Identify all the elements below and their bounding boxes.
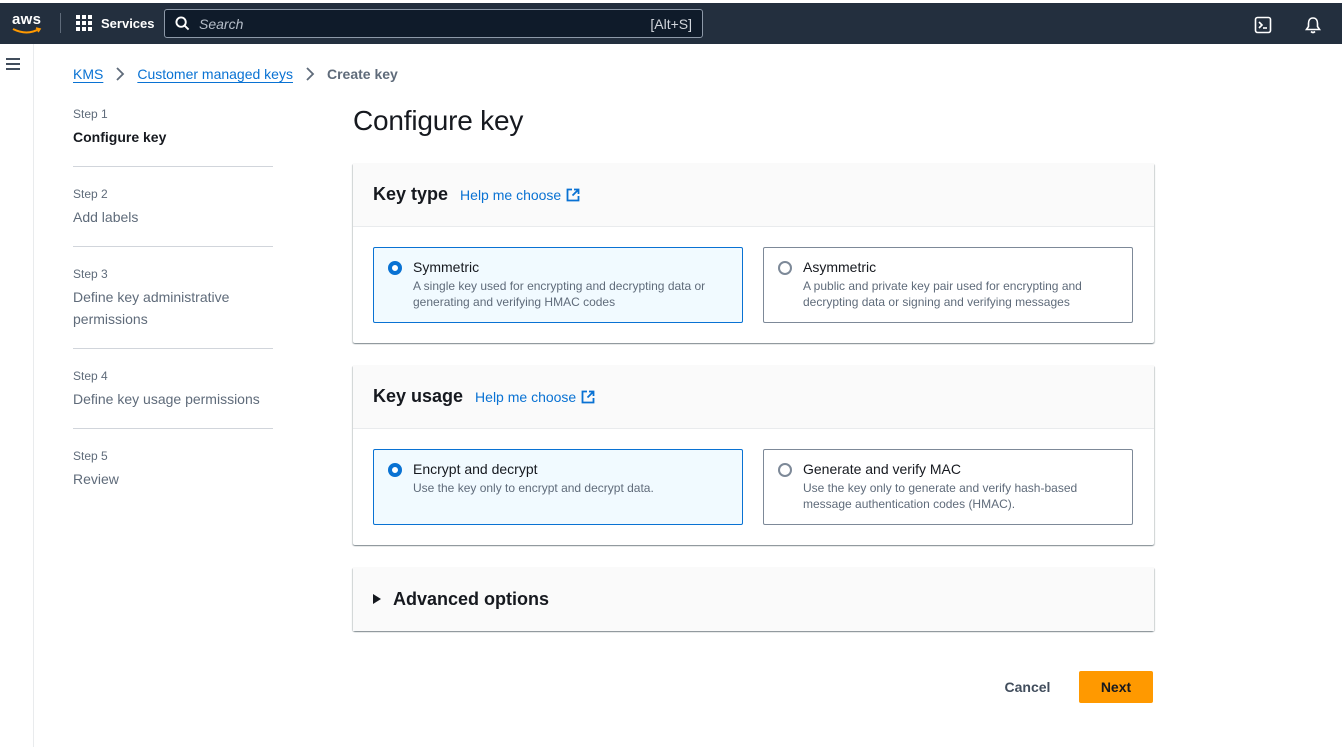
tile-description: A public and private key pair used for e…	[803, 279, 1082, 309]
tile-description: Use the key only to encrypt and decrypt …	[413, 481, 654, 495]
key-type-asymmetric-tile[interactable]: Asymmetric A public and private key pair…	[763, 247, 1133, 323]
wizard-step-2: Step 2 Add labels	[73, 186, 273, 247]
key-type-header: Key type Help me choose	[353, 163, 1154, 227]
step-number: Step 1	[73, 107, 108, 121]
advanced-options-container: Advanced options	[353, 567, 1154, 631]
logo-text: aws	[12, 11, 42, 28]
chevron-right-icon	[115, 67, 125, 81]
search-bar[interactable]: [Alt+S]	[164, 9, 703, 38]
radio-selected-icon[interactable]	[388, 261, 402, 275]
key-type-symmetric-tile[interactable]: Symmetric A single key used for encrypti…	[373, 247, 743, 323]
tile-label: Generate and verify MAC	[803, 461, 961, 477]
wizard-actions: Cancel Next	[990, 671, 1153, 703]
radio-unselected-icon[interactable]	[778, 463, 792, 477]
key-type-container: Key type Help me choose Symmetric A sing…	[353, 163, 1154, 343]
breadcrumb-current: Create key	[326, 66, 398, 82]
help-link-label: Help me choose	[460, 186, 562, 203]
wizard-step-1: Step 1 Configure key	[73, 106, 273, 167]
step-number: Step 5	[73, 449, 108, 463]
services-menu-button[interactable]: Services	[76, 12, 155, 34]
key-usage-header: Key usage Help me choose	[353, 365, 1154, 429]
breadcrumb: KMS Customer managed keys Create key	[73, 66, 398, 82]
help-link-label: Help me choose	[475, 388, 577, 405]
side-navigation-rail	[0, 44, 34, 747]
nav-divider	[60, 13, 61, 33]
search-input[interactable]	[199, 15, 651, 32]
aws-logo[interactable]: aws	[12, 11, 44, 37]
wizard-step-3: Step 3 Define key administrative permiss…	[73, 266, 273, 349]
aws-smile-icon	[12, 27, 42, 34]
key-type-help-link[interactable]: Help me choose	[460, 187, 580, 203]
step-number: Step 4	[73, 369, 108, 383]
radio-selected-icon[interactable]	[388, 463, 402, 477]
key-type-options: Symmetric A single key used for encrypti…	[353, 227, 1154, 343]
top-navigation: aws Services [Alt+S]	[0, 0, 1342, 44]
tile-label: Symmetric	[413, 259, 480, 275]
key-usage-options: Encrypt and decrypt Use the key only to …	[353, 429, 1154, 545]
key-usage-help-link[interactable]: Help me choose	[475, 389, 595, 405]
caret-right-icon	[373, 594, 381, 604]
external-link-icon	[581, 390, 595, 403]
notifications-bell-icon[interactable]	[1303, 15, 1323, 35]
breadcrumb-customer-managed-keys-link[interactable]: Customer managed keys	[137, 66, 293, 82]
step-title: Review	[73, 471, 119, 487]
key-usage-title: Key usage	[373, 386, 464, 406]
advanced-options-title: Advanced options	[393, 588, 550, 609]
key-usage-container: Key usage Help me choose Encrypt and dec…	[353, 365, 1154, 545]
chevron-right-icon	[305, 67, 315, 81]
tile-description: Use the key only to generate and verify …	[803, 481, 1078, 511]
step-number: Step 2	[73, 187, 108, 201]
grid-icon	[76, 15, 92, 31]
key-usage-encrypt-decrypt-tile[interactable]: Encrypt and decrypt Use the key only to …	[373, 449, 743, 525]
search-icon	[175, 16, 190, 31]
search-shortcut: [Alt+S]	[650, 15, 692, 32]
cloudshell-icon[interactable]	[1253, 15, 1273, 35]
page-title: Configure key	[353, 105, 524, 136]
step-title: Configure key	[73, 129, 167, 145]
tile-label: Encrypt and decrypt	[413, 461, 538, 477]
breadcrumb-kms-link[interactable]: KMS	[73, 66, 103, 82]
tile-description: A single key used for encrypting and dec…	[413, 279, 706, 309]
wizard-step-5: Step 5 Review	[73, 448, 273, 508]
radio-unselected-icon[interactable]	[778, 261, 792, 275]
step-title: Define key usage permissions	[73, 391, 260, 407]
services-label: Services	[101, 15, 155, 31]
next-button[interactable]: Next	[1079, 671, 1153, 703]
external-link-icon	[566, 188, 580, 201]
cancel-button[interactable]: Cancel	[990, 671, 1065, 703]
step-title: Define key administrative permissions	[73, 289, 230, 327]
tile-label: Asymmetric	[803, 259, 877, 275]
key-usage-generate-verify-mac-tile[interactable]: Generate and verify MAC Use the key only…	[763, 449, 1133, 525]
step-number: Step 3	[73, 267, 108, 281]
menu-hamburger-icon[interactable]	[6, 58, 20, 70]
advanced-options-toggle[interactable]: Advanced options	[353, 567, 1154, 631]
wizard-steps: Step 1 Configure key Step 2 Add labels S…	[73, 106, 273, 527]
step-title: Add labels	[73, 209, 139, 225]
wizard-step-4: Step 4 Define key usage permissions	[73, 368, 273, 429]
key-type-title: Key type	[373, 184, 449, 204]
